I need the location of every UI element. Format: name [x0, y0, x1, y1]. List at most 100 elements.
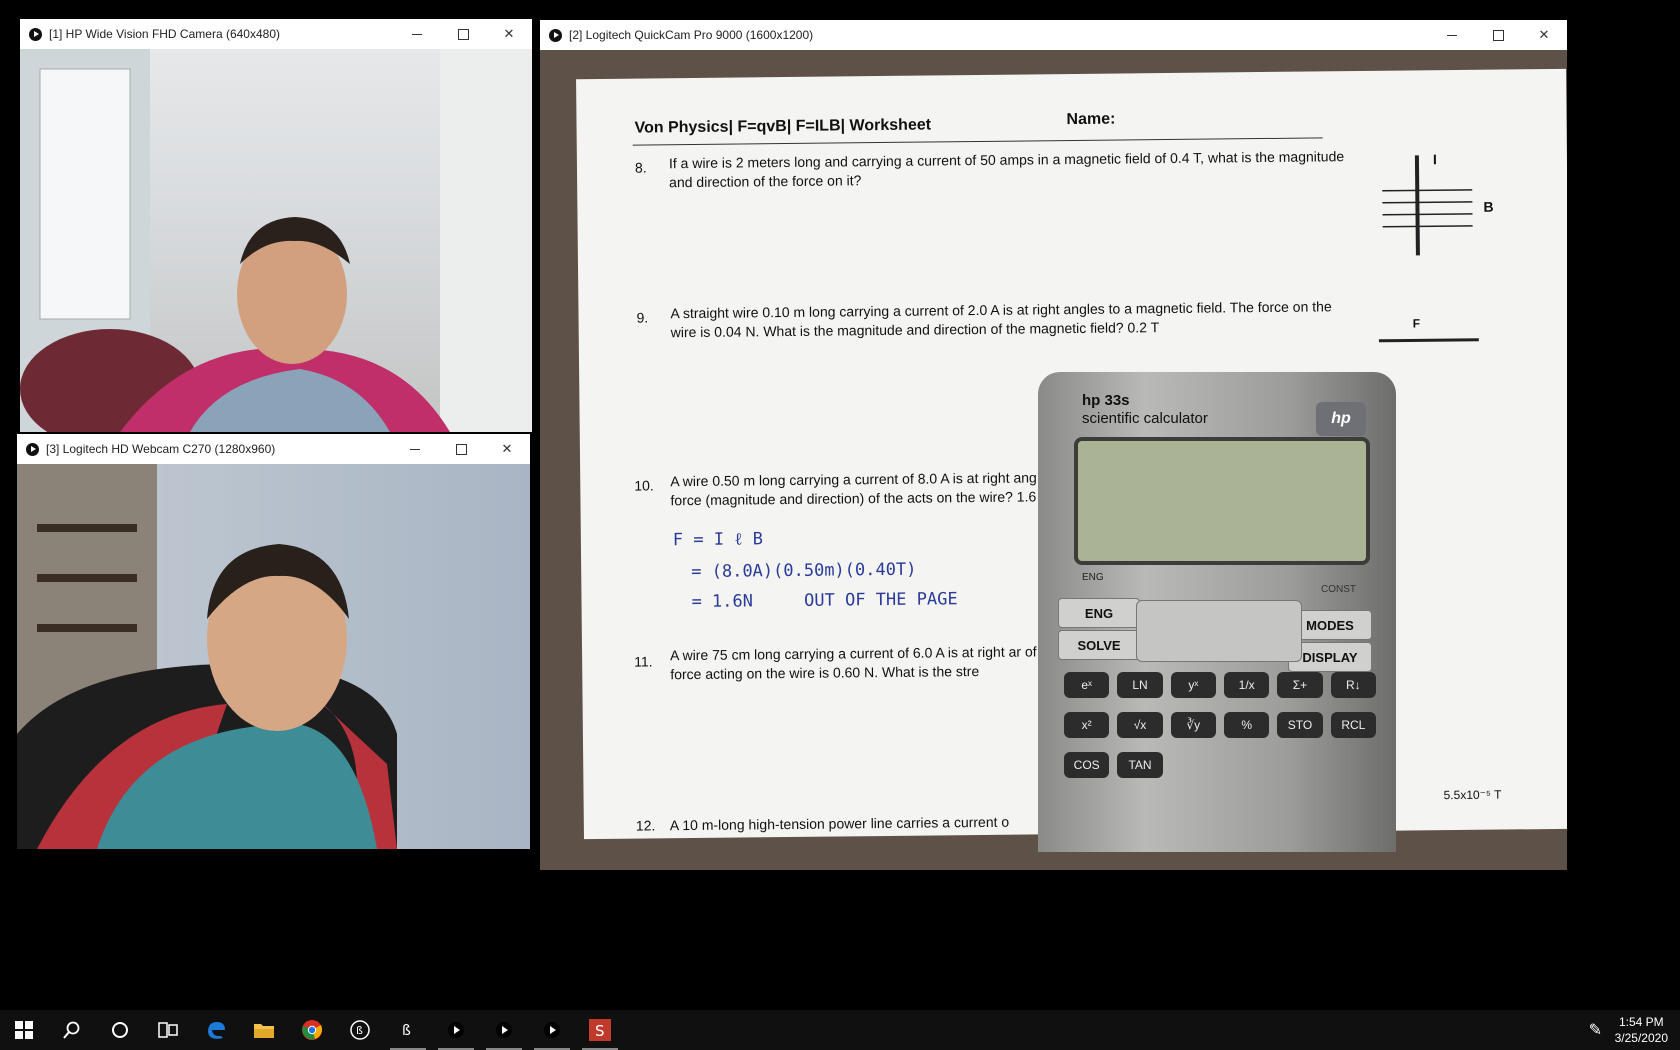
close-button[interactable]: ✕ [486, 19, 532, 49]
app-b-2[interactable]: ß [384, 1010, 432, 1050]
minimize-button[interactable] [392, 434, 438, 464]
diagram-label-B: B [1483, 198, 1494, 215]
clock-date: 3/25/2020 [1614, 1031, 1668, 1045]
minimize-icon [410, 448, 420, 450]
clock-time: 1:54 PM [1618, 1015, 1664, 1029]
window-title: [3] Logitech HD Webcam C270 (1280x960) [46, 442, 276, 456]
edge-icon [208, 1022, 225, 1039]
field-value-note: 5.5x10⁻⁵ T [1443, 787, 1502, 803]
svg-text:ß: ß [402, 1023, 411, 1039]
close-icon: ✕ [1538, 27, 1550, 42]
camera-app-2[interactable] [480, 1010, 528, 1050]
key-sigma-plus: Σ+ [1277, 672, 1323, 698]
search-icon [63, 1021, 80, 1039]
minimize-button[interactable] [1429, 20, 1475, 50]
maximize-button[interactable] [1475, 20, 1521, 50]
chrome-app[interactable] [288, 1010, 336, 1050]
title-bar[interactable]: [2] Logitech QuickCam Pro 9000 (1600x120… [540, 20, 1567, 50]
camera-window-1[interactable]: [1] HP Wide Vision FHD Camera (640x480) … [20, 19, 532, 432]
app-b-1[interactable]: ß [336, 1010, 384, 1050]
worksheet-header: Von Physics| F=qvB| F=ILB| Worksheet [634, 116, 932, 137]
play-icon [544, 1022, 560, 1038]
file-explorer-app[interactable] [240, 1010, 288, 1050]
close-icon: ✕ [501, 441, 513, 456]
camera-window-2[interactable]: [2] Logitech QuickCam Pro 9000 (1600x120… [540, 20, 1567, 870]
question-8-text: If a wire is 2 meters long and carrying … [668, 148, 1345, 191]
close-icon: ✕ [503, 26, 515, 41]
maximize-icon [1492, 29, 1504, 41]
calculator: hp 33s scientific calculator hp ENG CONS… [1038, 372, 1396, 852]
person-image [17, 464, 397, 849]
question-12-text: A 10 m-long high-tension power line carr… [669, 813, 1010, 834]
question-8-number: 8. [634, 159, 647, 176]
question-10-text: A wire 0.50 m long carrying a current of… [670, 469, 1037, 509]
pen-icon[interactable]: ✎ [1589, 1020, 1602, 1040]
svg-text:ß: ß [356, 1024, 363, 1037]
question-9-number: 9. [636, 309, 649, 326]
key-ln: LN [1117, 672, 1163, 698]
minimize-button[interactable] [394, 19, 440, 49]
task-view-button[interactable] [144, 1010, 192, 1050]
title-bar[interactable]: [3] Logitech HD Webcam C270 (1280x960) ✕ [17, 434, 530, 464]
key-rcl: RCL [1330, 712, 1376, 738]
key-reciprocal: 1/x [1223, 672, 1270, 698]
windows-start-icon [15, 1021, 33, 1039]
screencast-app[interactable]: S [576, 1010, 624, 1050]
minimize-icon [1447, 34, 1457, 36]
wire-diagram-2 [1378, 338, 1479, 343]
key-roll-down: R↓ [1330, 672, 1376, 698]
key-square: x² [1064, 712, 1110, 738]
key-cube-root: ∛y [1170, 712, 1216, 738]
handwriting-line-1: F = I ℓ B [672, 529, 764, 551]
camera-app-1[interactable] [432, 1010, 480, 1050]
play-icon [448, 1022, 464, 1038]
question-11-text: A wire 75 cm long carrying a current of … [670, 643, 1061, 683]
svg-text:S: S [595, 1022, 605, 1040]
calculator-screen [1074, 437, 1370, 565]
close-button[interactable]: ✕ [1521, 20, 1567, 50]
calculator-brand: hp 33s scientific calculator [1082, 392, 1208, 427]
key-cos: COS [1064, 752, 1110, 778]
play-icon [496, 1022, 512, 1038]
start-button[interactable] [0, 1010, 48, 1050]
camera-window-3[interactable]: [3] Logitech HD Webcam C270 (1280x960) ✕ [17, 434, 530, 849]
window-title: [1] HP Wide Vision FHD Camera (640x480) [49, 27, 280, 41]
edge-app[interactable] [192, 1010, 240, 1050]
diagram-label-F: F [1412, 316, 1421, 331]
key-grid: eˣ LN yˣ 1/x Σ+ R↓ x² √x ∛y % STO RCL CO… [1064, 672, 1376, 778]
chrome-icon [302, 1020, 323, 1040]
close-button[interactable]: ✕ [484, 434, 530, 464]
camera-feed-1 [20, 49, 532, 432]
task-view-icon [158, 1022, 178, 1038]
name-label: Name: [1066, 110, 1116, 129]
search-button[interactable] [48, 1010, 96, 1050]
key-sto: STO [1277, 712, 1323, 738]
maximize-icon [455, 443, 467, 455]
maximize-button[interactable] [440, 19, 486, 49]
screencast-icon: S [589, 1019, 611, 1041]
camera-feed-2: Von Physics| F=qvB| F=ILB| Worksheet Nam… [540, 50, 1567, 870]
camera-app-3[interactable] [528, 1010, 576, 1050]
key-tan: TAN [1117, 752, 1163, 778]
maximize-button[interactable] [438, 434, 484, 464]
wire-field-diagram [1382, 155, 1473, 256]
camera-feed-3 [17, 464, 530, 849]
eng-label: ENG [1082, 572, 1104, 583]
key-solve: SOLVE [1058, 630, 1140, 660]
system-clock[interactable]: 1:54 PM 3/25/2020 [1615, 1014, 1668, 1046]
folder-icon [254, 1024, 274, 1038]
question-11-number: 11. [634, 653, 653, 670]
handwriting-line-2: = (8.0A)(0.50m)(0.40T) [691, 559, 917, 583]
circle-b-icon: ß [350, 1020, 370, 1040]
hp-logo: hp [1316, 402, 1366, 436]
question-10-number: 10. [634, 477, 654, 494]
cortana-icon [112, 1022, 128, 1038]
b-icon: ß [402, 1023, 411, 1039]
title-bar[interactable]: [1] HP Wide Vision FHD Camera (640x480) … [20, 19, 532, 49]
play-icon [549, 28, 562, 42]
window-title: [2] Logitech QuickCam Pro 9000 (1600x120… [569, 28, 814, 42]
minimize-icon [412, 33, 422, 35]
header-rule [632, 137, 1323, 146]
cortana-button[interactable] [96, 1010, 144, 1050]
key-yx: yˣ [1170, 672, 1216, 698]
